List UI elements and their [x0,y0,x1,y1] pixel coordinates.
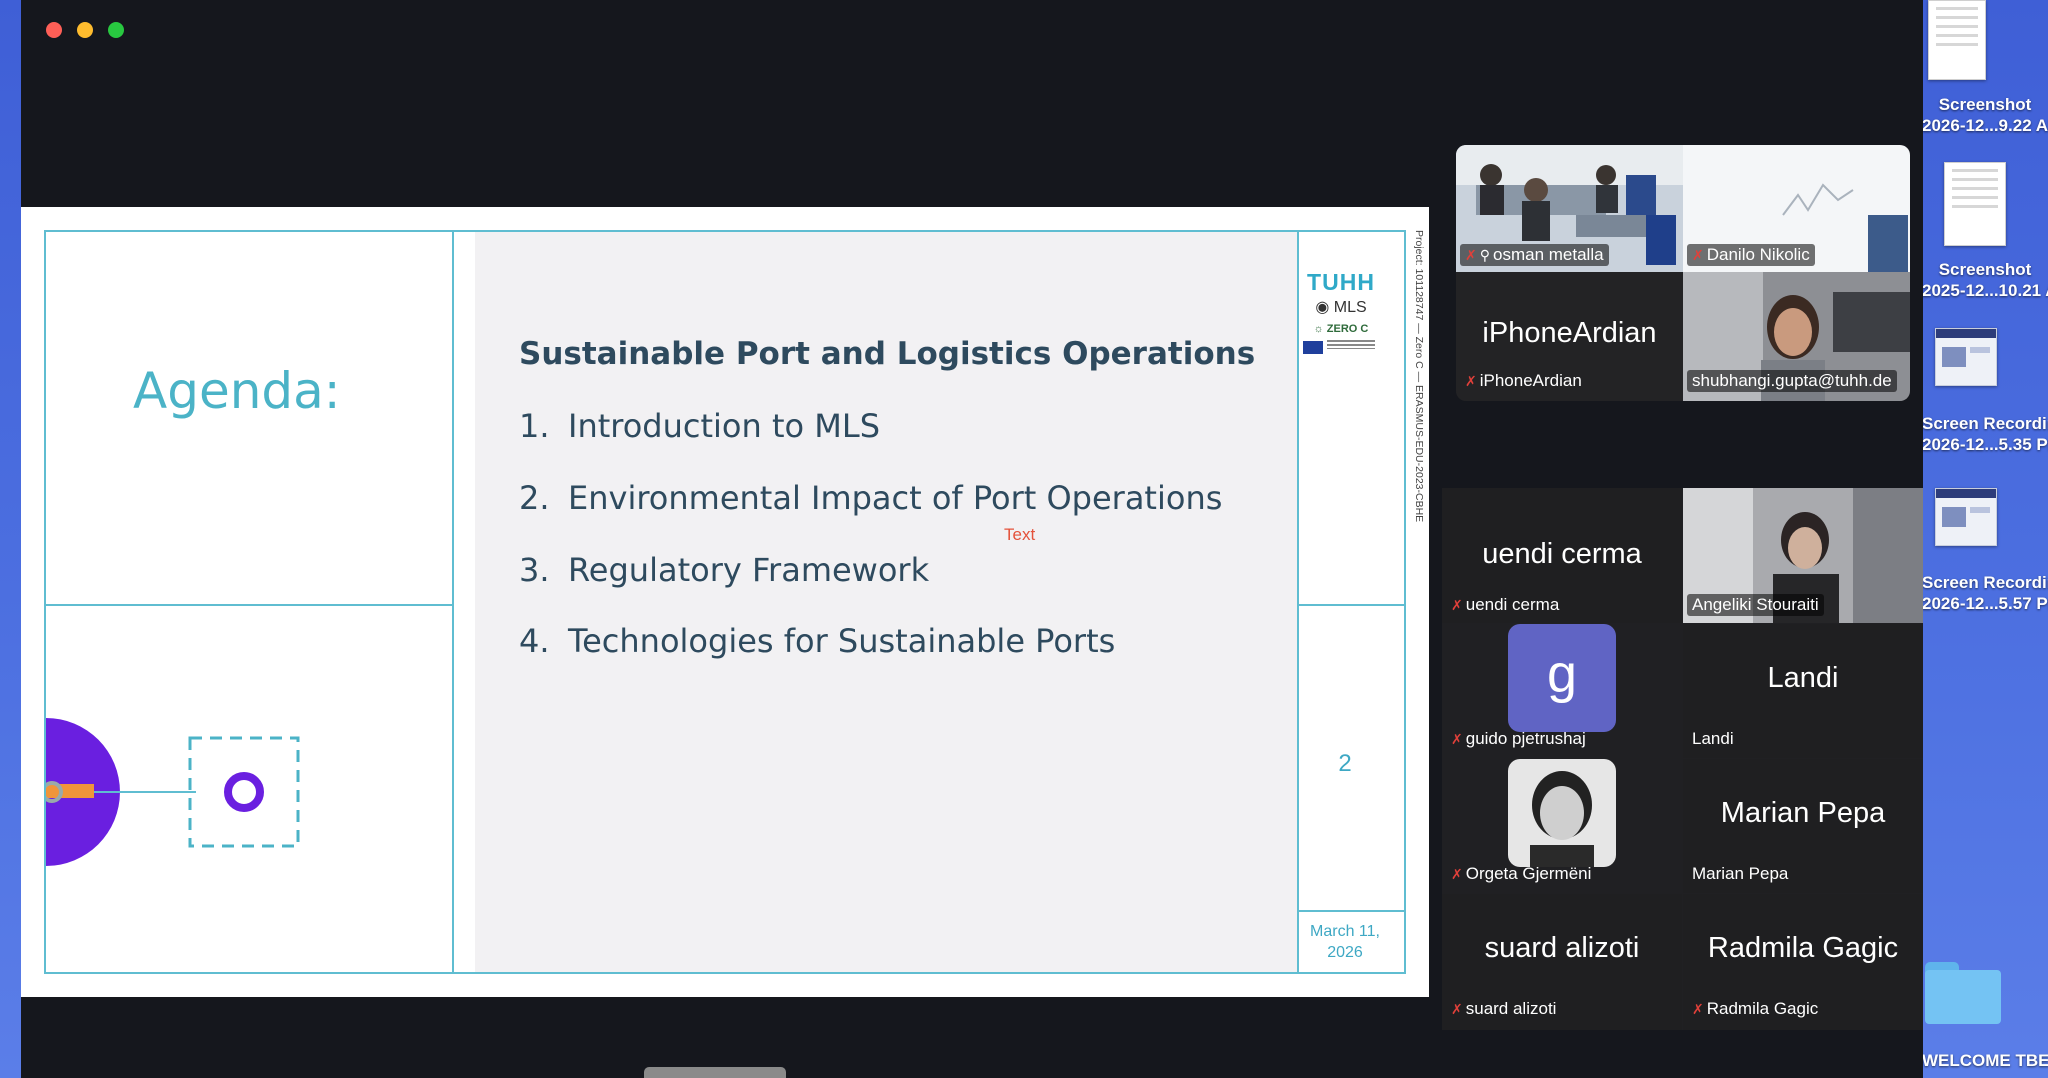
video-thumbnail-icon [1935,488,1997,546]
slide-date: March 11, 2026 [1310,923,1380,961]
divider [452,232,454,972]
zeroc-logo-icon: ☼ [1313,323,1324,335]
agenda-item: 4. Technologies for Sustainable Ports [519,622,1116,660]
participant-name: ✗ uendi cerma [1451,595,1560,614]
divider [46,604,454,606]
divider [1297,232,1299,972]
meeting-window: Agenda: Sustainable Port and Logistics O… [21,0,1923,1078]
agenda-item: 3. Regulatory Framework [519,551,930,589]
participant-tile[interactable]: Angeliki Stouraiti [1683,488,1923,623]
pin-icon: ⚲ [1479,247,1490,263]
desktop-file-label: Screenshot2026-12...9.22 AM [1922,95,2048,135]
avatar [1508,759,1616,867]
desktop-file-label: Screenshot2025-12...10.21 AM [1922,260,2048,300]
mic-muted-icon: ✗ [1465,373,1477,389]
participant-tile[interactable]: suard alizoti ✗ suard alizoti [1442,894,1682,1030]
slide-page-number: 2 [1338,750,1352,777]
slide-title: Sustainable Port and Logistics Operation… [519,336,1256,372]
participant-tile[interactable]: ✗ Orgeta Gjermëni [1442,759,1682,893]
mic-muted-icon: ✗ [1692,1001,1704,1017]
participant-tile[interactable]: g ✗ guido pjetrushaj [1442,624,1682,758]
eu-flag-icon [1303,341,1323,354]
participant-tile[interactable]: shubhangi.gupta@tuhh.de [1683,272,1910,401]
participant-name: ✗ Danilo Nikolic [1687,244,1815,266]
minimize-window-button[interactable] [77,22,93,38]
mls-logo-icon: ◉ [1315,299,1330,316]
participant-display-name: Landi [1767,662,1839,694]
divider [1297,910,1404,912]
participant-name: ✗ guido pjetrushaj [1451,729,1586,748]
participant-display-name: uendi cerma [1482,538,1642,570]
participant-tile[interactable]: ✗ ⚲ osman metalla [1456,145,1683,272]
participant-display-name: suard alizoti [1484,932,1640,964]
participant-name: ✗ ⚲ osman metalla [1460,244,1609,266]
text-placeholder: Text [1004,525,1036,544]
avatar: g [1508,624,1616,732]
participant-tile[interactable]: Landi Landi [1683,624,1923,758]
document-thumbnail-icon [1944,162,2006,246]
mic-muted-icon: ✗ [1451,731,1463,747]
maximize-window-button[interactable] [108,22,124,38]
participant-name: ✗ Orgeta Gjermëni [1451,864,1592,883]
participant-tile[interactable]: Marian Pepa Marian Pepa [1683,759,1923,893]
participant-tile[interactable]: iPhoneArdian ✗ iPhoneArdian [1456,272,1683,401]
participant-tile[interactable]: ✗ Danilo Nikolic [1683,145,1910,272]
participant-display-name: iPhoneArdian [1482,317,1657,349]
video-thumbnail-icon [1935,328,1997,386]
mic-muted-icon: ✗ [1451,1001,1463,1017]
mic-muted-icon: ✗ [1451,597,1463,613]
participant-name: shubhangi.gupta@tuhh.de [1687,370,1897,392]
tuhh-logo: TUHH ◉ MLS ☼ ZERO C [1303,269,1379,354]
agenda-heading: Agenda: [133,362,341,420]
project-reference: Project: 101128747 — Zero C — ERASMUS-ED… [1413,230,1425,523]
desktop-file-label: Screen Recording2026-12...5.35 PM [1922,414,2048,454]
mic-muted-icon: ✗ [1692,247,1704,263]
agenda-item: 1. Introduction to MLS [519,407,880,445]
participant-gallery: uendi cerma ✗ uendi cerma Angeliki Stoura… [1442,488,1923,1030]
shared-slide: Agenda: Sustainable Port and Logistics O… [21,207,1429,997]
participant-name: Landi [1692,729,1734,748]
close-window-button[interactable] [46,22,62,38]
participant-name: ✗ suard alizoti [1451,999,1557,1018]
participant-name: Marian Pepa [1692,864,1789,883]
desktop-file-label: Screen Recording2026-12...5.57 PM [1922,573,2048,613]
participant-name: Angeliki Stouraiti [1687,594,1824,616]
folder-icon [1925,962,2001,1024]
agenda-item: 2. Environmental Impact of Port Operation… [519,479,1223,517]
mic-muted-icon: ✗ [1465,247,1477,263]
horizontal-scrollbar[interactable] [644,1067,786,1078]
participant-name: ✗ Radmila Gagic [1692,999,1819,1018]
decorative-graphic [46,718,300,866]
desktop-file-label: WELCOME TBEAI [1922,1051,2048,1070]
divider [1297,604,1404,606]
mic-muted-icon: ✗ [1451,866,1463,882]
document-thumbnail-icon [1928,0,1986,80]
participant-tile[interactable]: uendi cerma ✗ uendi cerma [1442,488,1682,623]
participant-display-name: Marian Pepa [1720,797,1886,829]
participant-strip: ✗ ⚲ osman metalla ✗ Danilo Nikolic iPhoneAr… [1456,145,1910,401]
participant-name: ✗ iPhoneArdian [1465,371,1582,390]
participant-display-name: Radmila Gagic [1707,932,1899,964]
participant-tile[interactable]: Radmila Gagic ✗ Radmila Gagic [1683,894,1923,1030]
